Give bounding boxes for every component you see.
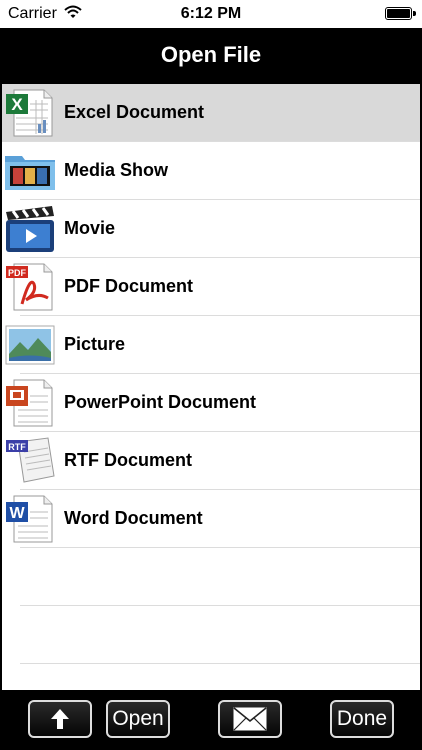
svg-text:W: W bbox=[9, 505, 25, 522]
movie-icon bbox=[6, 206, 54, 252]
list-item-label: PowerPoint Document bbox=[64, 392, 257, 412]
word-document-icon: W bbox=[6, 495, 53, 543]
list-item-label: Excel Document bbox=[64, 102, 205, 122]
done-button[interactable]: Done bbox=[330, 700, 394, 738]
list-item-label: RTF Document bbox=[64, 450, 192, 470]
list-item-pdf-document[interactable]: PDF PDF Document bbox=[2, 258, 420, 316]
status-time: 6:12 PM bbox=[180, 5, 242, 22]
svg-text:RTF: RTF bbox=[8, 442, 26, 452]
status-bar: Carrier 6:12 PM bbox=[0, 0, 422, 28]
navigation-bar: Open File bbox=[0, 28, 422, 84]
list-item-picture[interactable]: Picture bbox=[2, 316, 420, 374]
list-item-label: Movie bbox=[64, 218, 116, 238]
list-item-powerpoint-document[interactable]: PowerPoint Document bbox=[2, 374, 420, 432]
up-arrow-icon bbox=[51, 709, 69, 729]
svg-text:X: X bbox=[11, 95, 23, 114]
email-button[interactable] bbox=[218, 700, 282, 738]
rtf-document-icon: RTF bbox=[6, 437, 55, 483]
list-item-rtf-document[interactable]: RTF RTF Document bbox=[2, 432, 420, 490]
pdf-document-icon: PDF bbox=[6, 263, 53, 311]
list-item-label: Media Show bbox=[64, 160, 169, 180]
excel-document-icon: X bbox=[6, 89, 53, 137]
list-item-word-document[interactable]: W Word Document bbox=[2, 490, 420, 548]
list-item-media-show[interactable]: Media Show bbox=[2, 142, 420, 200]
file-type-list: X Excel Document Media Show Movie PDF PD… bbox=[2, 84, 420, 690]
list-item-label: Picture bbox=[64, 334, 126, 354]
list-item-label: PDF Document bbox=[64, 276, 194, 296]
bottom-toolbar: Open Done bbox=[0, 690, 422, 750]
battery-icon bbox=[385, 7, 416, 20]
empty-row bbox=[2, 606, 420, 664]
media-show-icon bbox=[5, 156, 55, 190]
envelope-icon bbox=[233, 707, 267, 731]
svg-text:PDF: PDF bbox=[8, 268, 27, 278]
list-item-excel-document[interactable]: X Excel Document bbox=[2, 84, 420, 142]
list-item-label: Word Document bbox=[64, 508, 203, 528]
picture-icon bbox=[5, 325, 55, 365]
powerpoint-document-icon bbox=[6, 379, 53, 427]
share-button[interactable] bbox=[28, 700, 92, 738]
open-button[interactable]: Open bbox=[106, 700, 170, 738]
row-separator bbox=[20, 663, 420, 664]
list-item-movie[interactable]: Movie bbox=[2, 200, 420, 258]
page-title: Open File bbox=[160, 42, 262, 67]
empty-row bbox=[2, 548, 420, 606]
